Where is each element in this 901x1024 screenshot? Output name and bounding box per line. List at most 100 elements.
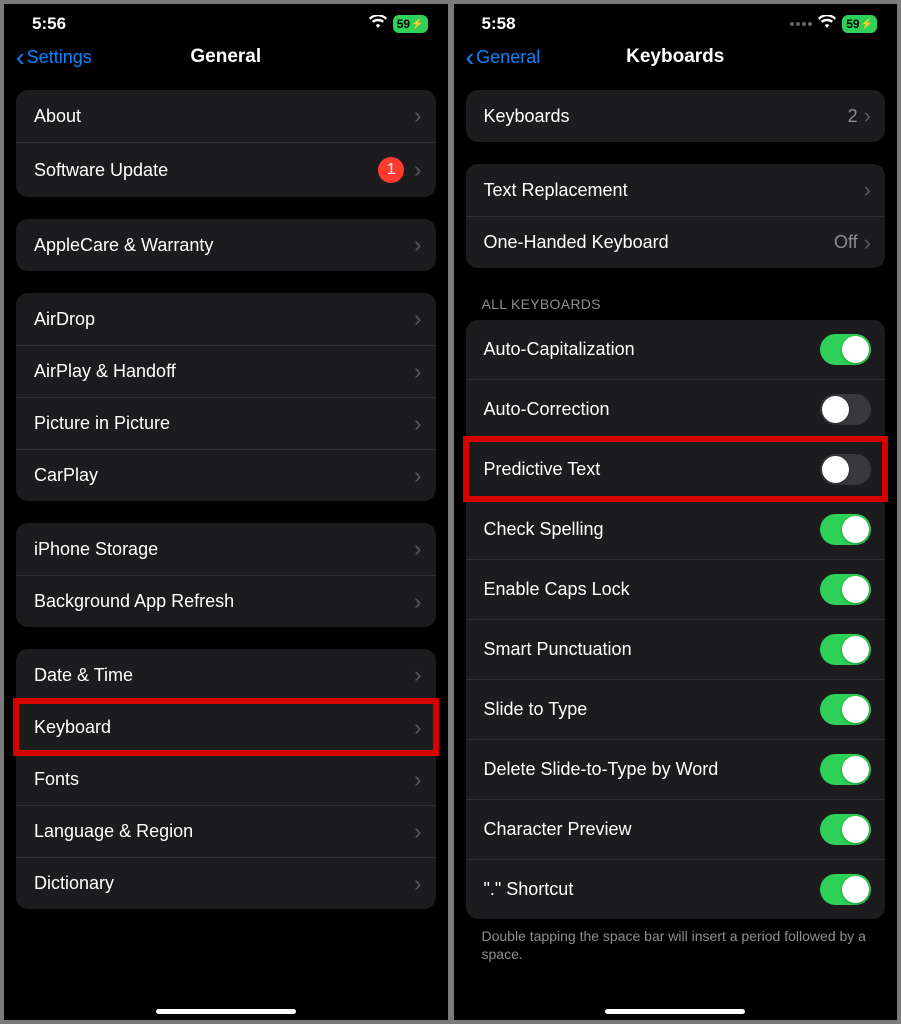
toggle-auto-correction[interactable] xyxy=(820,394,871,425)
toggle-delete-slide-to-type-by-word[interactable] xyxy=(820,754,871,785)
settings-group: About›Software Update1› xyxy=(16,90,436,197)
row-auto-capitalization[interactable]: Auto-Capitalization xyxy=(466,320,886,379)
row-label: Language & Region xyxy=(34,821,414,842)
row-language-region[interactable]: Language & Region› xyxy=(16,805,436,857)
status-time: 5:56 xyxy=(32,14,66,34)
row-about[interactable]: About› xyxy=(16,90,436,142)
chevron-right-icon: › xyxy=(414,465,421,487)
toggle-enable-caps-lock[interactable] xyxy=(820,574,871,605)
chevron-right-icon: › xyxy=(864,179,871,201)
row-slide-to-type[interactable]: Slide to Type xyxy=(466,679,886,739)
toggle-knob xyxy=(842,636,869,663)
row-dictionary[interactable]: Dictionary› xyxy=(16,857,436,909)
chevron-left-icon: ‹ xyxy=(466,44,475,70)
toggle-knob xyxy=(842,876,869,903)
row-label: iPhone Storage xyxy=(34,539,414,560)
row-label: CarPlay xyxy=(34,465,414,486)
row-airdrop[interactable]: AirDrop› xyxy=(16,293,436,345)
row-shortcut[interactable]: "." Shortcut xyxy=(466,859,886,919)
content-left: About›Software Update1› AppleCare & Warra… xyxy=(4,82,448,1020)
row-label: Text Replacement xyxy=(484,180,864,201)
row-one-handed-keyboard[interactable]: One-Handed KeyboardOff› xyxy=(466,216,886,268)
signal-icon xyxy=(790,22,812,26)
row-label: One-Handed Keyboard xyxy=(484,232,834,253)
row-text-replacement[interactable]: Text Replacement› xyxy=(466,164,886,216)
row-auto-correction[interactable]: Auto-Correction xyxy=(466,379,886,439)
row-fonts[interactable]: Fonts› xyxy=(16,753,436,805)
back-label: Settings xyxy=(27,47,92,68)
status-bar: 5:56 59⚡ xyxy=(4,4,448,38)
status-right: 59⚡ xyxy=(790,14,877,34)
page-title: General xyxy=(190,46,261,68)
row-picture-in-picture[interactable]: Picture in Picture› xyxy=(16,397,436,449)
row-smart-punctuation[interactable]: Smart Punctuation xyxy=(466,619,886,679)
row-iphone-storage[interactable]: iPhone Storage› xyxy=(16,523,436,575)
row-software-update[interactable]: Software Update1› xyxy=(16,142,436,197)
row-date-time[interactable]: Date & Time› xyxy=(16,649,436,701)
row-label: Keyboards xyxy=(484,106,848,127)
chevron-right-icon: › xyxy=(414,769,421,791)
toggle-knob xyxy=(842,696,869,723)
toggle-knob xyxy=(842,756,869,783)
row-label: Software Update xyxy=(34,160,378,181)
back-button[interactable]: ‹ Settings xyxy=(16,44,92,70)
row-background-app-refresh[interactable]: Background App Refresh› xyxy=(16,575,436,627)
chevron-right-icon: › xyxy=(414,717,421,739)
toggle-slide-to-type[interactable] xyxy=(820,694,871,725)
group-footer: Double tapping the space bar will insert… xyxy=(466,919,886,963)
row-character-preview[interactable]: Character Preview xyxy=(466,799,886,859)
row-check-spelling[interactable]: Check Spelling xyxy=(466,499,886,559)
row-label: Background App Refresh xyxy=(34,591,414,612)
nav-bar: ‹ General Keyboards xyxy=(454,38,898,82)
row-delete-slide-to-type-by-word[interactable]: Delete Slide-to-Type by Word xyxy=(466,739,886,799)
chevron-left-icon: ‹ xyxy=(16,44,25,70)
home-indicator[interactable] xyxy=(156,1009,296,1014)
chevron-right-icon: › xyxy=(414,234,421,256)
row-label: Smart Punctuation xyxy=(484,639,821,660)
row-label: Check Spelling xyxy=(484,519,821,540)
toggle-shortcut[interactable] xyxy=(820,874,871,905)
row-label: Auto-Correction xyxy=(484,399,821,420)
status-right: 59⚡ xyxy=(369,14,428,34)
chevron-right-icon: › xyxy=(414,821,421,843)
toggle-knob xyxy=(822,456,849,483)
row-applecare-warranty[interactable]: AppleCare & Warranty› xyxy=(16,219,436,271)
row-label: Predictive Text xyxy=(484,459,821,480)
row-label: Slide to Type xyxy=(484,699,821,720)
row-label: Auto-Capitalization xyxy=(484,339,821,360)
back-label: General xyxy=(476,47,540,68)
content-right: Keyboards2›Text Replacement›One-Handed K… xyxy=(454,82,898,1020)
toggle-smart-punctuation[interactable] xyxy=(820,634,871,665)
toggle-auto-capitalization[interactable] xyxy=(820,334,871,365)
wifi-icon xyxy=(369,14,387,34)
row-airplay-handoff[interactable]: AirPlay & Handoff› xyxy=(16,345,436,397)
wifi-icon xyxy=(818,14,836,34)
page-title: Keyboards xyxy=(626,46,724,68)
row-label: Date & Time xyxy=(34,665,414,686)
toggle-knob xyxy=(842,516,869,543)
row-label: "." Shortcut xyxy=(484,879,821,900)
chevron-right-icon: › xyxy=(414,159,421,181)
chevron-right-icon: › xyxy=(414,538,421,560)
chevron-right-icon: › xyxy=(414,873,421,895)
row-keyboards[interactable]: Keyboards2› xyxy=(466,90,886,142)
back-button[interactable]: ‹ General xyxy=(466,44,541,70)
row-enable-caps-lock[interactable]: Enable Caps Lock xyxy=(466,559,886,619)
row-label: Delete Slide-to-Type by Word xyxy=(484,759,821,780)
toggle-character-preview[interactable] xyxy=(820,814,871,845)
row-label: Fonts xyxy=(34,769,414,790)
toggle-check-spelling[interactable] xyxy=(820,514,871,545)
row-label: Keyboard xyxy=(34,717,414,738)
row-label: Character Preview xyxy=(484,819,821,840)
home-indicator[interactable] xyxy=(605,1009,745,1014)
row-keyboard[interactable]: Keyboard› xyxy=(16,701,436,753)
settings-group: AirDrop›AirPlay & Handoff›Picture in Pic… xyxy=(16,293,436,501)
row-value: Off xyxy=(834,232,858,253)
row-predictive-text[interactable]: Predictive Text xyxy=(466,439,886,499)
toggle-knob xyxy=(842,816,869,843)
battery-icon: 59⚡ xyxy=(393,15,428,33)
row-carplay[interactable]: CarPlay› xyxy=(16,449,436,501)
chevron-right-icon: › xyxy=(414,591,421,613)
row-value: 2 xyxy=(848,106,858,127)
toggle-predictive-text[interactable] xyxy=(820,454,871,485)
